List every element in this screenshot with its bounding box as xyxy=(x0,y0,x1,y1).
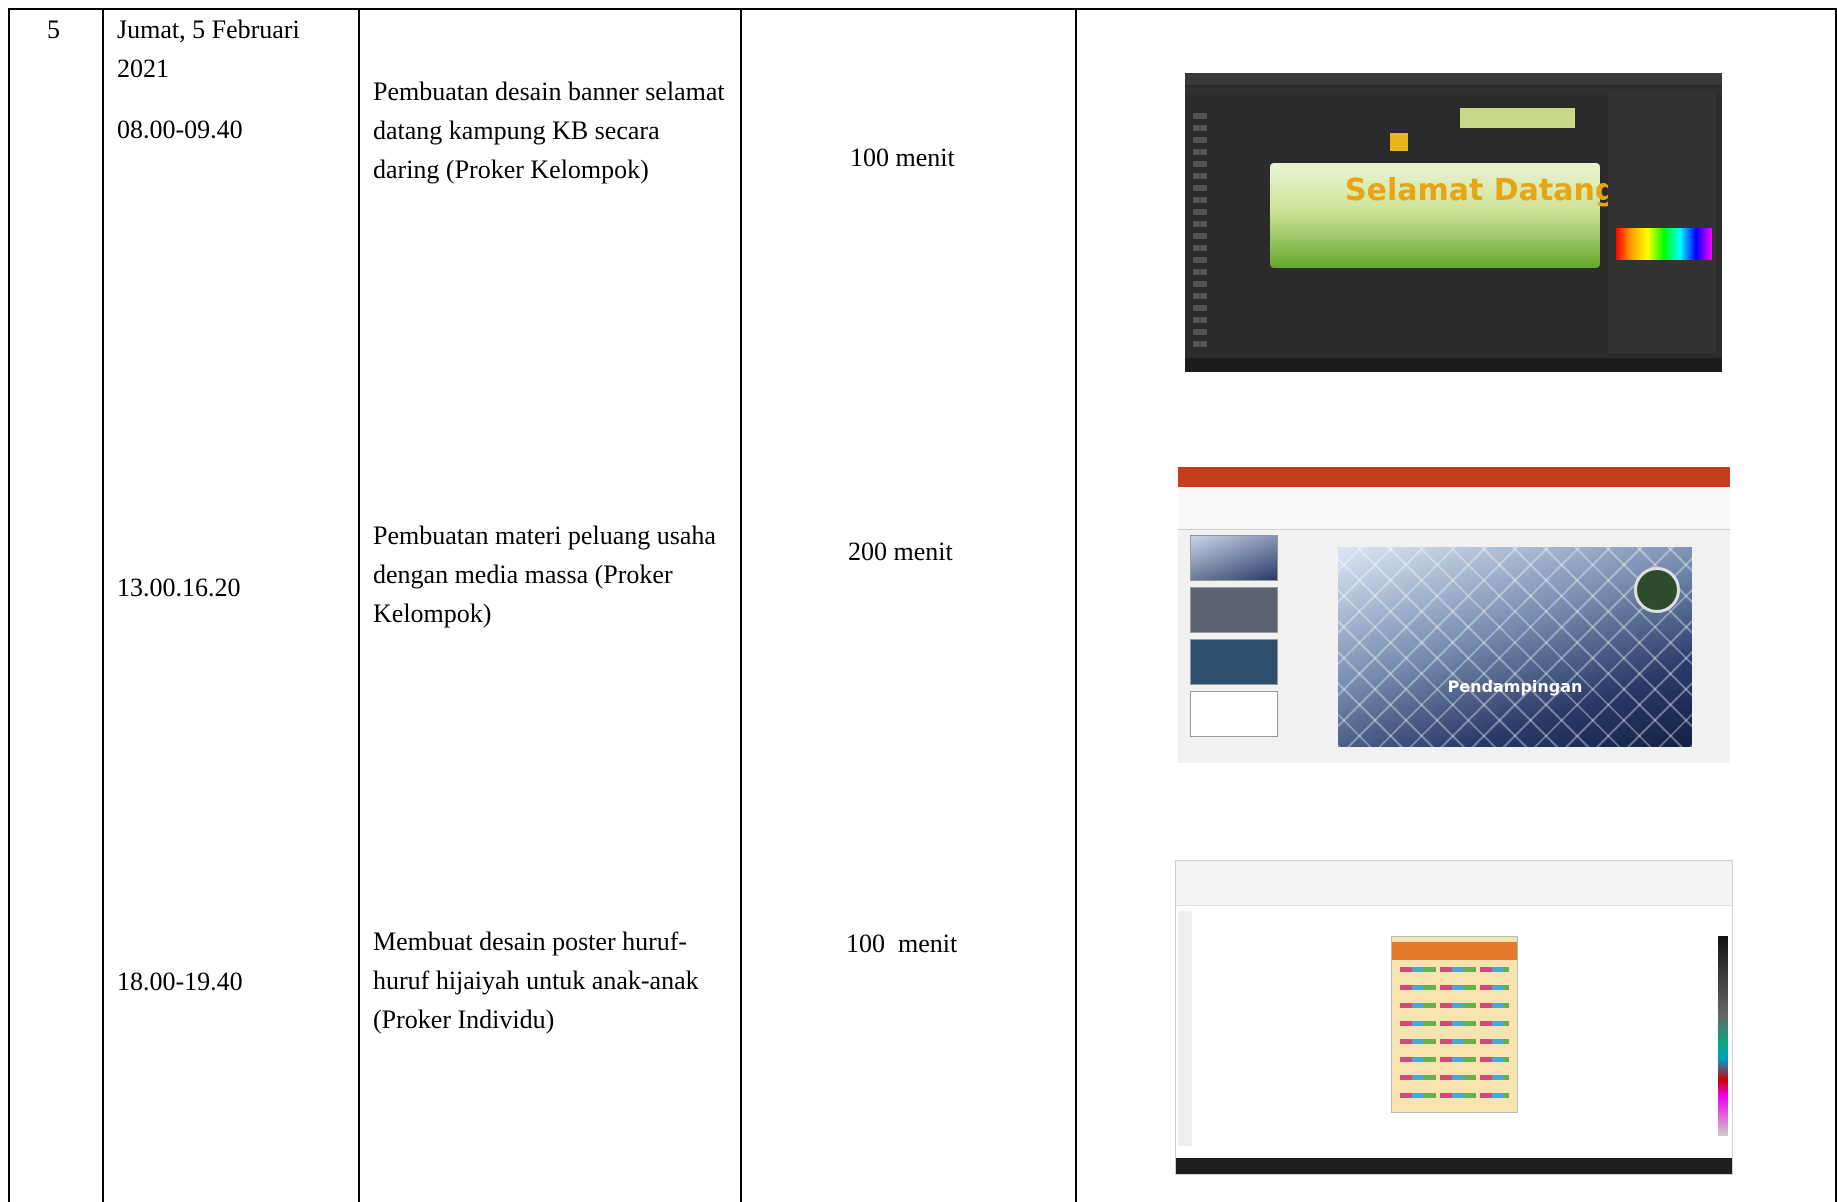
app-menubar xyxy=(1176,861,1732,906)
tool-panel xyxy=(1178,911,1192,1146)
color-spectrum xyxy=(1616,228,1712,260)
poster-design-screenshot xyxy=(1175,860,1733,1175)
properties-panel xyxy=(1608,93,1716,353)
university-logo xyxy=(1634,567,1680,613)
tool-panel xyxy=(1193,113,1207,353)
column-divider-duration xyxy=(1075,8,1077,1202)
slide-thumb xyxy=(1190,587,1278,633)
taskbar xyxy=(1185,358,1722,372)
row-date: Jumat, 5 Februari 2021 xyxy=(117,15,300,83)
activity-2: Pembuatan materi peluang usaha dengan me… xyxy=(373,521,716,628)
activity-3: Membuat desain poster huruf-huruf hijaiy… xyxy=(373,927,699,1034)
taskbar xyxy=(1176,1158,1732,1174)
color-palette xyxy=(1718,936,1728,1136)
letter-grid xyxy=(1400,967,1509,1104)
banner-title: Selamat Datang xyxy=(1345,173,1617,208)
activity-1: Pembuatan desain banner selamat datang k… xyxy=(373,77,725,184)
slide-thumb xyxy=(1190,639,1278,685)
column-divider-date xyxy=(358,8,360,1202)
slide-title: Pendampingan xyxy=(1447,677,1583,696)
banner-design-screenshot: Selamat Datang xyxy=(1185,73,1722,372)
table-left-border xyxy=(8,8,10,1202)
time-2: 13.00.16.20 xyxy=(117,573,241,602)
banner-thumbnail xyxy=(1460,108,1575,128)
app-titlebar xyxy=(1178,467,1730,487)
time-1: 08.00-09.40 xyxy=(117,115,243,144)
column-divider-number xyxy=(102,8,104,1202)
swatch-yellow xyxy=(1390,133,1408,151)
row-number: 5 xyxy=(47,15,60,44)
column-divider-activity xyxy=(740,8,742,1202)
duration-2: 200 menit xyxy=(848,537,953,566)
time-3: 18.00-19.40 xyxy=(117,967,243,996)
app-toolbar xyxy=(1185,73,1722,85)
slide-thumb xyxy=(1190,691,1278,737)
slide-canvas: Pendampingan xyxy=(1338,547,1692,747)
poster-header xyxy=(1392,942,1517,960)
slide-thumbnails xyxy=(1188,535,1283,755)
hijaiyah-poster xyxy=(1391,936,1518,1113)
presentation-screenshot: Pendampingan xyxy=(1178,467,1730,763)
slide-thumb xyxy=(1190,535,1278,581)
duration-3: 100 menit xyxy=(846,929,958,958)
ribbon xyxy=(1178,487,1730,530)
duration-1: 100 menit xyxy=(850,143,955,172)
